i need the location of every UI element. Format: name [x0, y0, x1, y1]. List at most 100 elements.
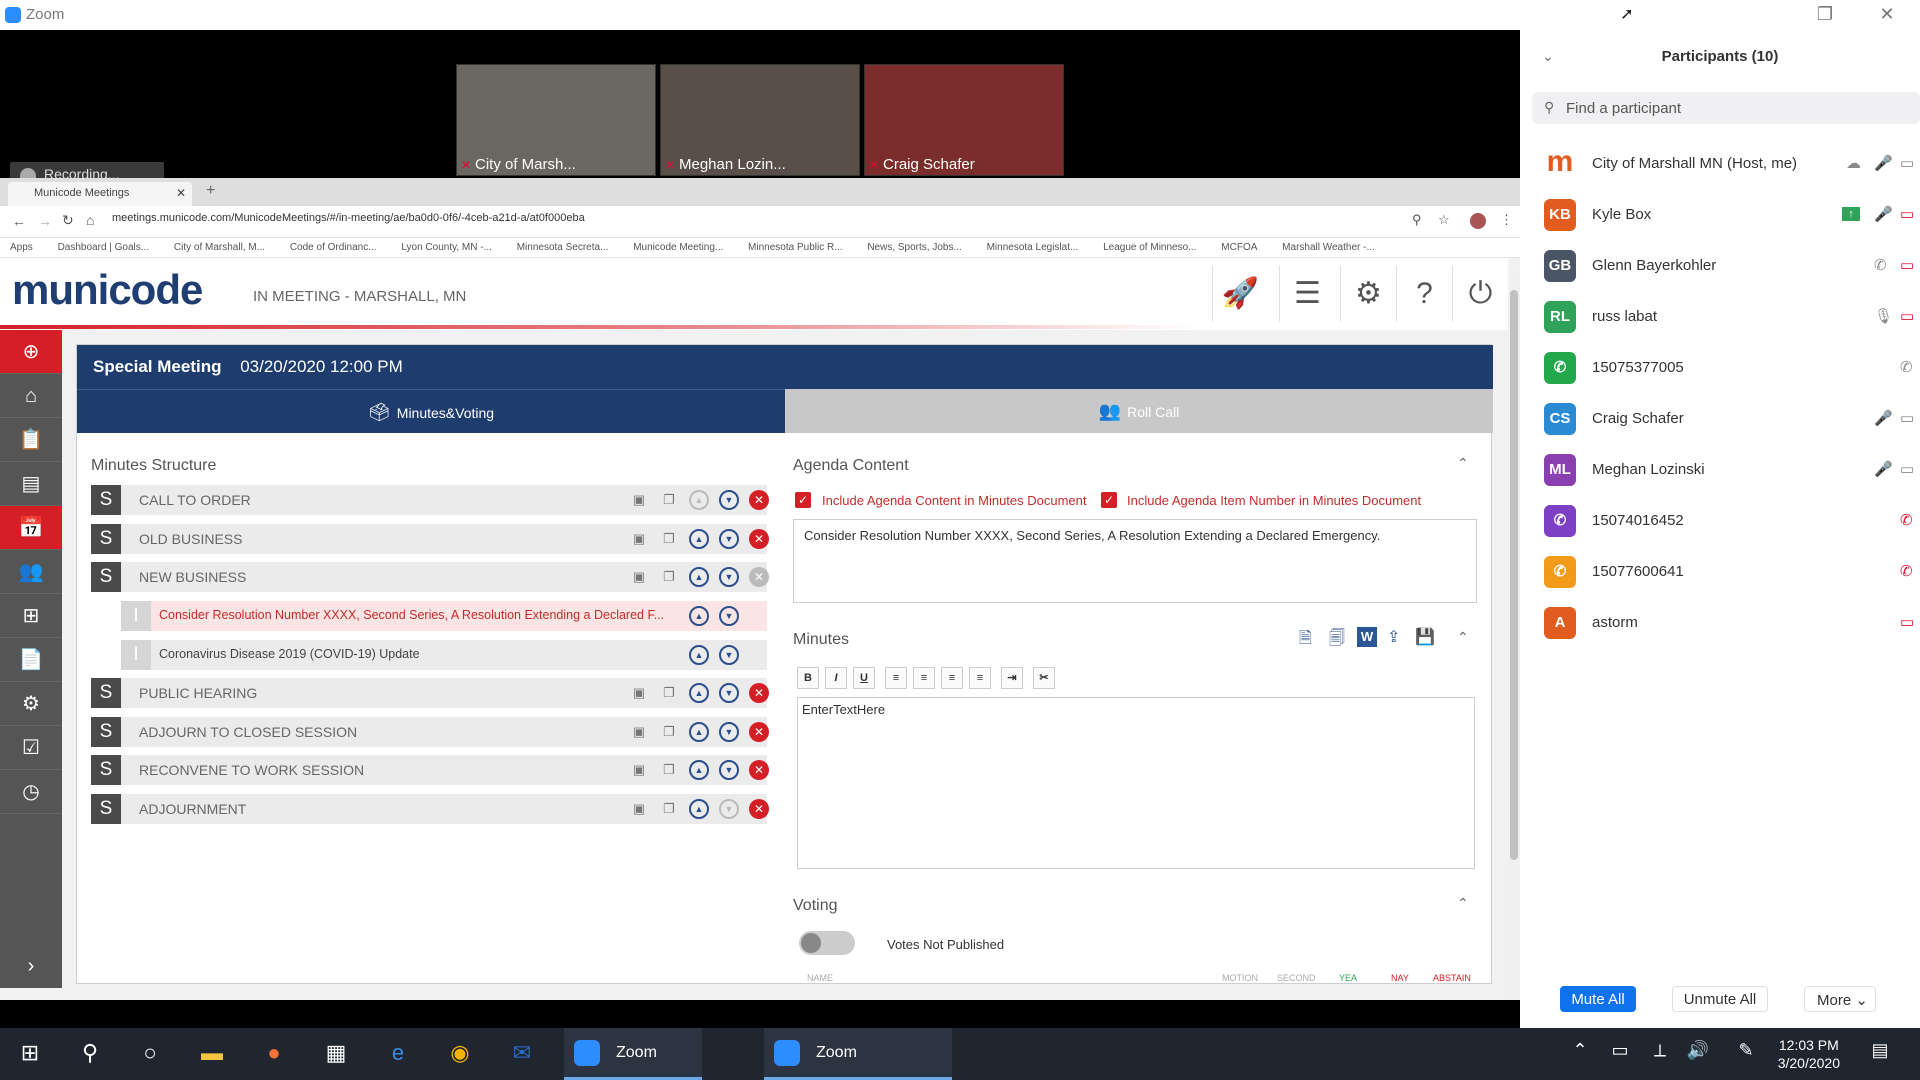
include-item-number-checkbox[interactable]: ✓ [1101, 492, 1117, 508]
justify-button[interactable]: ≡ [969, 667, 991, 689]
monitor-icon[interactable]: ▤ [0, 462, 62, 506]
save-icon[interactable]: ▣ [629, 799, 649, 819]
participant-search-input[interactable]: ⚲ Find a participant [1532, 92, 1920, 124]
muted-phone-icon[interactable]: ✆ [1900, 562, 1913, 580]
clipboard-icon[interactable]: 📋 [0, 418, 62, 462]
delete-icon[interactable]: ✕ [749, 683, 769, 703]
word-export-icon[interactable]: W [1357, 627, 1377, 647]
move-up-icon[interactable]: ▲ [689, 490, 709, 510]
delete-icon[interactable]: ✕ [749, 722, 769, 742]
move-up-icon[interactable]: ▲ [689, 799, 709, 819]
rocket-icon[interactable]: 🚀 [1212, 266, 1268, 322]
copy-icon[interactable]: ❐ [659, 722, 679, 742]
muted-mic-icon[interactable]: 🎤 [1874, 460, 1893, 478]
minutes-editor[interactable]: EnterTextHere [797, 697, 1475, 869]
layers-icon[interactable]: ☰ [1279, 266, 1335, 322]
participant-row[interactable]: CS Craig Schafer 🎤 ▭ [1544, 397, 1920, 441]
bookmark[interactable]: Apps [10, 242, 33, 253]
zoom-magnifier-icon[interactable]: ⚲ [1412, 212, 1422, 228]
bookmark[interactable]: Municode Meeting... [633, 242, 723, 253]
volume-icon[interactable]: 🔊 [1682, 1040, 1714, 1068]
save-icon[interactable]: ▣ [629, 683, 649, 703]
publish-votes-toggle[interactable] [799, 931, 855, 955]
structure-row[interactable]: S CALL TO ORDER ▣ ❐ ▲ ▼ ✕ [91, 485, 769, 515]
structure-row[interactable]: S ADJOURNMENT ▣ ❐ ▲ ▼ ✕ [91, 794, 769, 824]
delete-icon[interactable]: ✕ [749, 529, 769, 549]
copy-icon[interactable]: ❐ [659, 799, 679, 819]
bookmark[interactable]: Minnesota Legislat... [987, 242, 1079, 253]
move-up-icon[interactable]: ▲ [689, 760, 709, 780]
move-down-icon[interactable]: ▼ [719, 683, 739, 703]
participant-row[interactable]: m City of Marshall MN (Host, me) ☁ 🎤 ▭ [1544, 142, 1920, 186]
new-tab-icon[interactable]: + [206, 182, 215, 200]
collapse-voting-icon[interactable]: ⌃ [1457, 895, 1469, 912]
document-icon[interactable]: 📄 [0, 638, 62, 682]
taskbar-zoom-app-2[interactable]: Zoom [764, 1028, 952, 1080]
apps-grid-icon[interactable]: ▦ [320, 1040, 352, 1068]
copy-icon[interactable]: ❐ [659, 760, 679, 780]
participant-row[interactable]: ✆ 15075377005 ✆ [1544, 346, 1920, 390]
move-up-icon[interactable]: ▲ [689, 529, 709, 549]
participant-row[interactable]: ML Meghan Lozinski 🎤 ▭ [1544, 448, 1920, 492]
unmute-all-button[interactable]: Unmute All [1672, 986, 1768, 1012]
video-tile-craig[interactable]: ✕ Craig Schafer [864, 64, 1064, 176]
edge-icon[interactable]: e [382, 1040, 414, 1068]
clock-icon[interactable]: ◷ [0, 770, 62, 814]
structure-row[interactable]: S OLD BUSINESS ▣ ❐ ▲ ▼ ✕ [91, 524, 769, 554]
move-up-icon[interactable]: ▲ [689, 645, 709, 665]
page-scrollbar[interactable] [1508, 274, 1520, 994]
network-icon[interactable]: ⟂ [1644, 1040, 1676, 1068]
move-down-icon[interactable]: ▼ [719, 490, 739, 510]
outlook-icon[interactable]: ✉ [506, 1040, 538, 1068]
file-explorer-icon[interactable]: ▬ [196, 1040, 228, 1068]
move-down-icon[interactable]: ▼ [719, 760, 739, 780]
reload-icon[interactable]: ↻ [62, 212, 74, 229]
taskbar-zoom-app-1[interactable]: Zoom [564, 1028, 702, 1080]
bookmark[interactable]: City of Marshall, M... [174, 242, 265, 253]
delete-icon[interactable]: ✕ [749, 490, 769, 510]
clear-format-button[interactable]: ✂ [1033, 667, 1055, 689]
align-left-button[interactable]: ≡ [885, 667, 907, 689]
delete-icon[interactable]: ✕ [749, 567, 769, 587]
video-off-icon[interactable]: ▭ [1900, 256, 1914, 274]
save-icon[interactable]: ▣ [629, 529, 649, 549]
bold-button[interactable]: B [797, 667, 819, 689]
system-clock[interactable]: 12:03 PM 3/20/2020 [1778, 1036, 1840, 1072]
help-icon[interactable]: ? [1396, 266, 1452, 322]
delete-icon[interactable]: ✕ [749, 760, 769, 780]
bookmark[interactable]: Minnesota Public R... [748, 242, 843, 253]
windows-start-icon[interactable]: ⊞ [14, 1040, 46, 1068]
bookmark-star-icon[interactable]: ☆ [1438, 212, 1450, 228]
close-tab-icon[interactable]: ✕ [176, 186, 186, 200]
tab-roll-call[interactable]: 👥 Roll Call [785, 389, 1493, 433]
participant-row[interactable]: ✆ 15077600641 ✆ [1544, 550, 1920, 594]
collapse-agenda-icon[interactable]: ⌃ [1457, 455, 1469, 472]
indent-button[interactable]: ⇥ [1001, 667, 1023, 689]
delete-icon[interactable]: ✕ [749, 799, 769, 819]
copy-icon[interactable]: ❐ [659, 567, 679, 587]
bookmark[interactable]: News, Sports, Jobs... [867, 242, 961, 253]
save-icon[interactable]: ▣ [629, 722, 649, 742]
home-icon[interactable]: ⌂ [86, 212, 94, 228]
copy-icon[interactable]: ❐ [659, 529, 679, 549]
bookmark[interactable]: Dashboard | Goals... [58, 242, 150, 253]
save-minutes-icon[interactable]: 💾 [1415, 627, 1435, 647]
bookmark[interactable]: Code of Ordinanc... [290, 242, 377, 253]
notifications-icon[interactable]: ▤ [1864, 1040, 1896, 1068]
move-down-icon[interactable]: ▼ [719, 645, 739, 665]
video-off-icon[interactable]: ▭ [1900, 307, 1914, 325]
structure-row[interactable]: S RECONVENE TO WORK SESSION ▣ ❐ ▲ ▼ ✕ [91, 755, 769, 785]
power-icon[interactable]: ⏻ [1452, 266, 1508, 322]
gear-icon[interactable]: ⚙ [1340, 266, 1396, 322]
document-preview-icon[interactable]: 🗐 [1329, 627, 1345, 654]
battery-icon[interactable]: ▭ [1604, 1040, 1636, 1068]
browser-tab[interactable]: Municode Meetings ✕ [8, 182, 192, 206]
firefox-icon[interactable]: ● [258, 1040, 290, 1068]
chrome-icon[interactable]: ◉ [444, 1040, 476, 1068]
participant-row[interactable]: KB Kyle Box ↑ 🎤 ▭ [1544, 193, 1920, 237]
participant-row[interactable]: GB Glenn Bayerkohler ✆ ▭ [1544, 244, 1920, 288]
video-icon[interactable]: ▭ [1900, 154, 1914, 172]
browser-menu-icon[interactable]: ⋮ [1500, 212, 1513, 228]
move-down-icon[interactable]: ▼ [719, 606, 739, 626]
search-taskbar-icon[interactable]: ⚲ [74, 1040, 106, 1068]
